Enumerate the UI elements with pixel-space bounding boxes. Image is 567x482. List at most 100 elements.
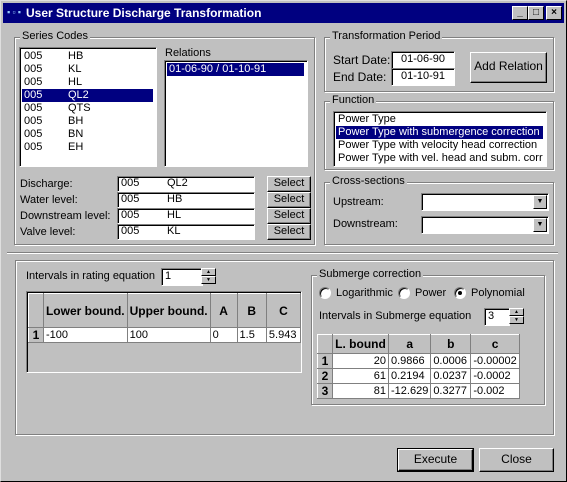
minimize-icon[interactable]: _ — [512, 6, 528, 20]
submerge-cell[interactable]: 20 — [332, 353, 389, 369]
rating-cell[interactable]: 0 — [209, 327, 238, 343]
spin-up-icon[interactable]: ▲ — [509, 308, 524, 316]
submerge-cell[interactable]: 0.2194 — [387, 368, 432, 384]
list-item[interactable]: 005 BH — [22, 115, 153, 128]
rating-header: Lower bound. — [42, 293, 128, 328]
list-item[interactable]: Power Type with vel. head and subm. corr — [336, 152, 543, 165]
submerge-table[interactable]: L. bound a b c 1 20 0.9866 0.0006 -0.00002 2 6… — [317, 334, 520, 399]
series-name: KL — [68, 63, 82, 75]
list-item[interactable]: 005 QL2 — [22, 89, 153, 102]
list-item[interactable]: 005 HL — [22, 76, 153, 89]
function-list[interactable]: Power Type Power Type with submergence co… — [333, 111, 547, 167]
list-item[interactable]: Power Type with velocity head correction — [336, 139, 543, 152]
submerge-cell[interactable]: -0.00002 — [470, 353, 520, 369]
assignment-field[interactable]: 005 HL — [117, 208, 255, 224]
submerge-cell[interactable]: 0.3277 — [430, 383, 472, 399]
title-bar[interactable]: ▪▫▪ User Structure Discharge Transformat… — [3, 3, 564, 23]
list-item[interactable]: 005 KL — [22, 63, 153, 76]
submerge-cell[interactable]: -0.002 — [470, 383, 520, 399]
rating-table[interactable]: Lower bound. Upper bound. A B C 1 -100 1… — [28, 293, 302, 343]
rating-intervals-label: Intervals in rating equation — [26, 270, 156, 282]
function-group: Function Power Type Power Type with subme… — [324, 94, 554, 170]
submerge-label: Submerge correction — [317, 268, 424, 280]
select-button[interactable]: Select — [267, 176, 311, 192]
list-item[interactable]: Power Type with submergence correction — [336, 126, 543, 139]
submerge-cell[interactable]: 81 — [332, 383, 389, 399]
submerge-cell[interactable]: -0.0002 — [470, 368, 520, 384]
end-date-label: End Date: — [333, 70, 387, 84]
assignment-name: QL2 — [167, 177, 188, 189]
power-radio[interactable] — [398, 287, 410, 299]
start-date-field[interactable]: 01-06-90 — [391, 51, 455, 69]
table-row[interactable]: 3 81 -12.629 0.3277 -0.002 — [317, 383, 520, 399]
chevron-down-icon[interactable]: ▼ — [533, 218, 547, 232]
assignment-label: Valve level: — [20, 226, 76, 238]
submerge-header: c — [470, 334, 520, 354]
logarithmic-radio[interactable] — [319, 287, 331, 299]
rating-cell[interactable]: -100 — [42, 327, 128, 343]
assignment-field[interactable]: 005 QL2 — [117, 176, 255, 192]
submerge-intervals-field[interactable]: 3 — [484, 308, 510, 326]
submerge-intervals-spinner[interactable]: ▲ ▼ — [509, 308, 524, 324]
submerge-cell[interactable]: -12.629 — [387, 383, 432, 399]
select-button[interactable]: Select — [267, 208, 311, 224]
select-button[interactable]: Select — [267, 224, 311, 240]
spin-up-icon[interactable]: ▲ — [201, 268, 216, 276]
close-button[interactable]: Close — [479, 448, 554, 472]
list-item[interactable]: Power Type — [336, 113, 543, 126]
table-row[interactable]: 1 20 0.9866 0.0006 -0.00002 — [317, 353, 520, 369]
submerge-cell[interactable]: 0.9866 — [387, 353, 432, 369]
rating-grid-frame: Lower bound. Upper bound. A B C 1 -100 1… — [26, 291, 302, 373]
end-date-field[interactable]: 01-10-91 — [391, 68, 455, 86]
assignment-name: HB — [167, 193, 183, 205]
polynomial-label[interactable]: Polynomial — [471, 287, 525, 299]
rating-cell[interactable]: 5.943 — [265, 327, 302, 343]
polynomial-radio[interactable] — [454, 287, 466, 299]
submerge-cell[interactable]: 61 — [332, 368, 389, 384]
select-button[interactable]: Select — [267, 192, 311, 208]
list-item[interactable]: 005 QTS — [22, 102, 153, 115]
series-code: 005 — [24, 89, 43, 101]
list-item[interactable]: 005 BN — [22, 128, 153, 141]
relation-item[interactable]: 01-06-90 / 01-10-91 — [167, 63, 304, 76]
list-item[interactable]: 005 HB — [22, 50, 153, 63]
chevron-down-icon[interactable]: ▼ — [533, 195, 547, 209]
close-icon[interactable]: × — [546, 6, 562, 20]
rating-header: B — [236, 293, 267, 328]
assignment-field[interactable]: 005 HB — [117, 192, 255, 208]
assignment-name: KL — [167, 225, 181, 237]
add-relation-button[interactable]: Add Relation — [470, 52, 547, 83]
execute-button[interactable]: Execute — [397, 448, 474, 472]
series-codes-list[interactable]: 005 HB 005 KL 005 HL 005 QL2 005 QTS 005 BH 005 BN 005… — [19, 47, 157, 167]
assignment-field[interactable]: 005 KL — [117, 224, 255, 240]
downstream-combo[interactable]: ▼ — [421, 216, 549, 234]
corner-cell — [317, 334, 333, 354]
series-name: QL2 — [68, 89, 89, 101]
relations-list[interactable]: 01-06-90 / 01-10-91 — [164, 60, 308, 167]
submerge-cell[interactable]: 0.0006 — [430, 353, 472, 369]
logarithmic-label[interactable]: Logarithmic — [336, 287, 393, 299]
divider — [7, 252, 558, 254]
transformation-period-group: Transformation Period Start Date: 01-06-… — [324, 30, 554, 92]
list-item[interactable]: 005 EH — [22, 141, 153, 154]
submerge-cell[interactable]: 0.0237 — [430, 368, 472, 384]
upstream-combo[interactable]: ▼ — [421, 193, 549, 211]
app-window: ▪▫▪ User Structure Discharge Transformat… — [0, 0, 567, 482]
series-name: BN — [68, 128, 84, 140]
table-row[interactable]: 2 61 0.2194 0.0237 -0.0002 — [317, 368, 520, 384]
spin-down-icon[interactable]: ▼ — [509, 316, 524, 324]
spin-down-icon[interactable]: ▼ — [201, 276, 216, 284]
power-label[interactable]: Power — [415, 287, 446, 299]
rating-intervals-spinner[interactable]: ▲ ▼ — [201, 268, 216, 284]
submerge-header: b — [430, 334, 472, 354]
rating-header: A — [209, 293, 238, 328]
assignment-label: Downstream level: — [20, 210, 111, 222]
rating-cell[interactable]: 1.5 — [236, 327, 267, 343]
assignment-code: 005 — [121, 225, 140, 237]
maximize-icon[interactable]: □ — [528, 6, 544, 20]
rating-intervals-field[interactable]: 1 — [161, 268, 203, 286]
rating-cell[interactable]: 100 — [126, 327, 211, 343]
function-label: Function — [330, 94, 377, 106]
assignment-code: 005 — [121, 209, 140, 221]
table-row[interactable]: 1 -100 100 0 1.5 5.943 — [28, 327, 302, 343]
